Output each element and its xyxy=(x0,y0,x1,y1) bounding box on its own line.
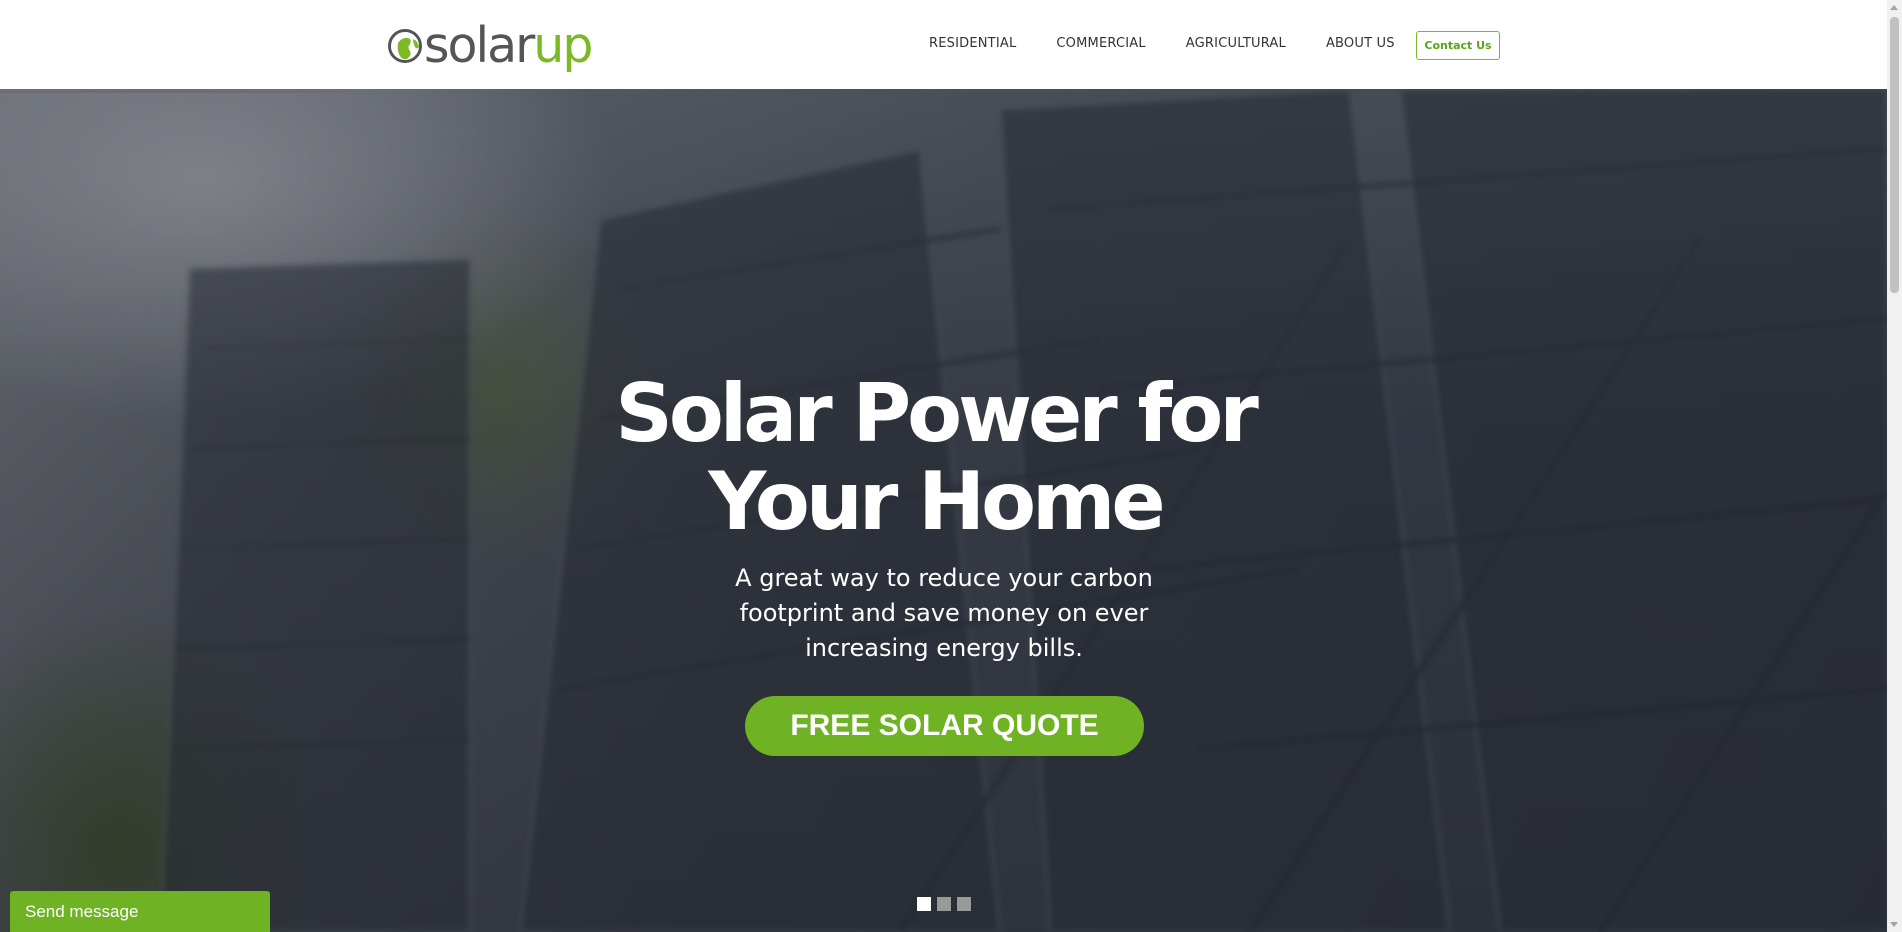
free-solar-quote-button[interactable]: FREE SOLAR QUOTE xyxy=(745,696,1144,756)
main-nav: RESIDENTIAL COMMERCIAL AGRICULTURAL ABOU… xyxy=(929,32,1435,56)
slide-dot-1[interactable] xyxy=(917,897,931,911)
slider-pagination xyxy=(917,897,977,911)
nav-residential[interactable]: RESIDENTIAL xyxy=(929,32,1016,56)
nav-agricultural[interactable]: AGRICULTURAL xyxy=(1186,32,1286,56)
scroll-thumb[interactable] xyxy=(1890,17,1899,293)
logo-text-solar: solar xyxy=(424,17,535,74)
page-scrollbar[interactable] xyxy=(1887,0,1902,932)
hero-section: Solar Power for Your Home A great way to… xyxy=(0,89,1887,932)
page-progress-bar xyxy=(0,89,347,93)
logo-text-up: up xyxy=(533,17,593,74)
logo[interactable]: solar up xyxy=(388,17,593,74)
hero-title: Solar Power for Your Home xyxy=(540,370,1330,546)
nav-about-us[interactable]: ABOUT US xyxy=(1326,32,1395,56)
nav-commercial[interactable]: COMMERCIAL xyxy=(1056,32,1145,56)
globe-icon xyxy=(388,29,422,63)
hero-title-line-2: Your Home xyxy=(708,455,1165,548)
scroll-down-arrow-icon[interactable] xyxy=(1890,922,1898,927)
site-header: solar up RESIDENTIAL COMMERCIAL AGRICULTU… xyxy=(0,0,1887,89)
hero-title-line-1: Solar Power for xyxy=(615,367,1259,460)
send-message-button[interactable]: Send message xyxy=(10,891,270,932)
logo-wordmark: solar up xyxy=(424,17,593,74)
contact-us-button[interactable]: Contact Us xyxy=(1416,31,1500,60)
scroll-up-arrow-icon[interactable] xyxy=(1890,5,1898,10)
hero-subtitle: A great way to reduce your carbon footpr… xyxy=(735,564,1153,662)
slide-dot-2[interactable] xyxy=(937,897,951,911)
slide-dot-3[interactable] xyxy=(957,897,971,911)
